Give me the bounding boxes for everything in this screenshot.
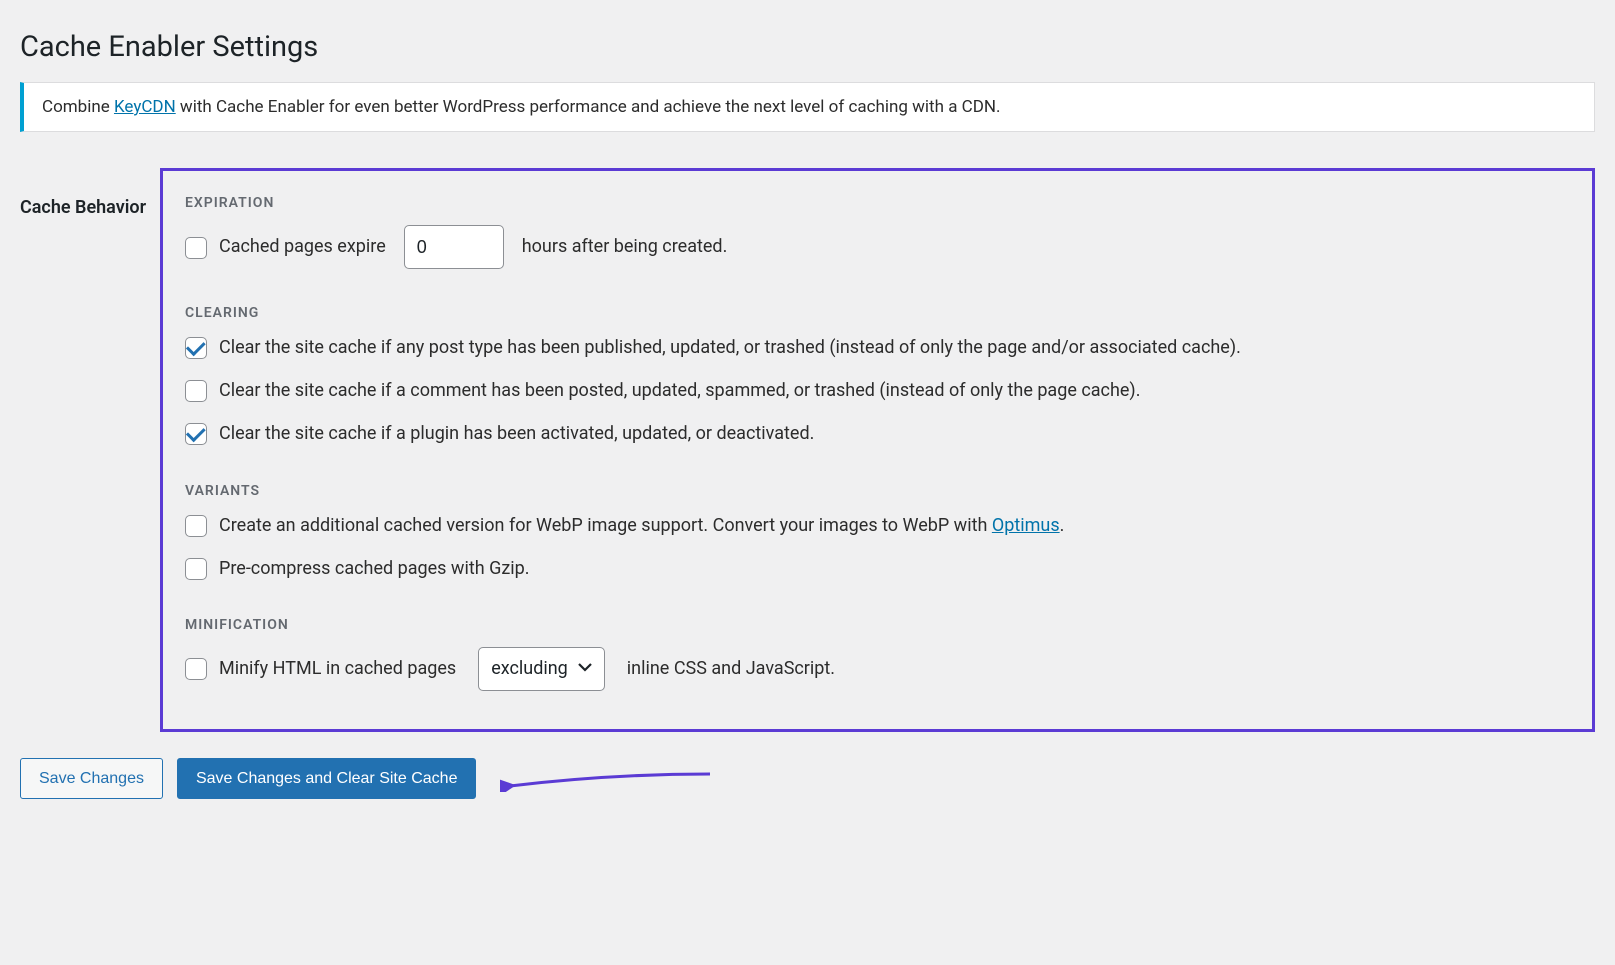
- variants-section: VARIANTS Create an additional cached ver…: [185, 483, 1570, 581]
- variant-webp-label: Create an additional cached version for …: [219, 513, 1064, 538]
- cache-behavior-label: Cache Behavior: [20, 168, 150, 220]
- info-notice: Combine KeyCDN with Cache Enabler for ev…: [20, 82, 1595, 132]
- notice-text-post: with Cache Enabler for even better WordP…: [176, 97, 1001, 117]
- keycdn-link[interactable]: KeyCDN: [114, 97, 176, 117]
- expiration-heading: EXPIRATION: [185, 195, 1570, 211]
- minify-pre-text: Minify HTML in cached pages: [219, 656, 456, 681]
- variant-gzip-checkbox[interactable]: [185, 558, 207, 580]
- clear-post-type-checkbox[interactable]: [185, 337, 207, 359]
- clearing-heading: CLEARING: [185, 305, 1570, 321]
- chevron-down-icon: [578, 659, 592, 679]
- page-title: Cache Enabler Settings: [20, 30, 1595, 64]
- minification-section: MINIFICATION Minify HTML in cached pages…: [185, 617, 1570, 691]
- clear-plugin-checkbox[interactable]: [185, 423, 207, 445]
- clearing-section: CLEARING Clear the site cache if any pos…: [185, 305, 1570, 447]
- expiration-pre-text: Cached pages expire: [219, 234, 386, 259]
- expiration-hours-input[interactable]: [404, 225, 504, 269]
- minify-html-checkbox[interactable]: [185, 658, 207, 680]
- minify-mode-select[interactable]: excluding: [478, 647, 605, 691]
- expiration-post-text: hours after being created.: [522, 234, 728, 259]
- minify-mode-value: excluding: [491, 656, 568, 681]
- variants-heading: VARIANTS: [185, 483, 1570, 499]
- notice-text-pre: Combine: [42, 97, 114, 117]
- button-row: Save Changes Save Changes and Clear Site…: [20, 758, 1595, 799]
- save-clear-button[interactable]: Save Changes and Clear Site Cache: [177, 758, 477, 799]
- optimus-link[interactable]: Optimus: [992, 515, 1060, 536]
- save-button[interactable]: Save Changes: [20, 758, 163, 799]
- minification-heading: MINIFICATION: [185, 617, 1570, 633]
- clear-comment-checkbox[interactable]: [185, 380, 207, 402]
- clear-plugin-label: Clear the site cache if a plugin has bee…: [219, 421, 814, 446]
- expiration-section: EXPIRATION Cached pages expire hours aft…: [185, 195, 1570, 269]
- variant-gzip-label: Pre-compress cached pages with Gzip.: [219, 556, 530, 581]
- minify-post-text: inline CSS and JavaScript.: [627, 656, 835, 681]
- annotation-arrow-icon: [500, 772, 720, 786]
- clear-comment-label: Clear the site cache if a comment has be…: [219, 378, 1140, 403]
- settings-box: EXPIRATION Cached pages expire hours aft…: [160, 168, 1595, 732]
- clear-post-type-label: Clear the site cache if any post type ha…: [219, 335, 1241, 360]
- expiration-checkbox[interactable]: [185, 237, 207, 259]
- variant-webp-checkbox[interactable]: [185, 515, 207, 537]
